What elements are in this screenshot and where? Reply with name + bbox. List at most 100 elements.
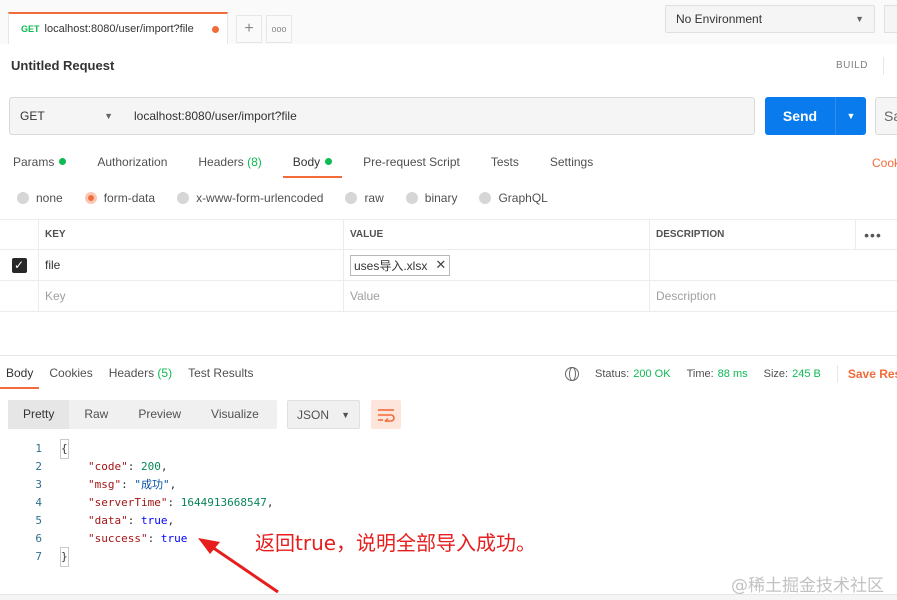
url-value: localhost:8080/user/import?file	[134, 109, 297, 123]
tab-label: Tests	[490, 155, 519, 169]
response-tab-cookies[interactable]: Cookies	[49, 364, 92, 388]
table-options-button[interactable]: •••	[855, 220, 890, 250]
response-tab-body[interactable]: Body	[0, 364, 40, 389]
tab-authorization[interactable]: Authorization	[97, 150, 167, 178]
time-value[interactable]: 88 ms	[718, 368, 748, 380]
divider	[883, 57, 884, 75]
tab-tests[interactable]: Tests	[491, 150, 519, 178]
file-name: uses导入.xlsx	[354, 258, 428, 273]
method-select[interactable]: GET ▼	[9, 97, 124, 135]
value-input[interactable]: Value	[344, 281, 650, 311]
code-text: "serverTime": 1644913668547,	[88, 496, 274, 509]
size-value[interactable]: 245 B	[792, 368, 821, 380]
key-column-header: KEY	[39, 220, 344, 249]
tab-label: Body	[6, 366, 34, 380]
key-input[interactable]: Key	[39, 281, 344, 311]
request-tabs: Params Authorization Headers (8) Body Pr…	[13, 150, 624, 178]
language-select[interactable]: JSON ▼	[287, 400, 360, 429]
body-type-radios: none form-data x-www-form-urlencoded raw…	[17, 191, 570, 205]
description-placeholder: Description	[656, 289, 717, 303]
build-button[interactable]: BUILD	[836, 60, 868, 71]
key-cell[interactable]: file	[39, 250, 344, 280]
description-input[interactable]: Description	[650, 281, 897, 311]
tab-label: Params	[13, 155, 55, 169]
close-brace: }	[60, 547, 69, 567]
environment-select[interactable]: No Environment ▼	[665, 5, 875, 33]
environment-label: No Environment	[676, 12, 763, 26]
format-pretty[interactable]: Pretty	[8, 400, 70, 429]
bottom-bar	[0, 594, 897, 600]
chevron-down-icon: ▼	[855, 14, 864, 24]
format-visualize[interactable]: Visualize	[196, 400, 274, 429]
url-input[interactable]: localhost:8080/user/import?file	[123, 97, 755, 135]
line-number: 6	[35, 532, 42, 545]
tab-body[interactable]: Body	[282, 150, 343, 178]
size-label: Size:	[763, 368, 789, 380]
table-row: Key Value Description	[0, 281, 897, 312]
radio-label: none	[36, 191, 63, 205]
radio-selected-icon	[84, 192, 97, 204]
format-tabs: Pretty Raw Preview Visualize	[8, 400, 277, 429]
format-preview[interactable]: Preview	[123, 400, 196, 429]
tab-pre-request-script[interactable]: Pre-request Script	[363, 150, 460, 178]
line-number: 3	[35, 478, 42, 491]
radio-label: raw	[364, 191, 384, 205]
tab-headers[interactable]: Headers (8)	[198, 150, 261, 178]
send-label: Send	[782, 108, 818, 124]
time-label: Time:	[686, 368, 714, 380]
json-comma: ,	[160, 460, 168, 473]
plus-icon: +	[244, 20, 254, 37]
checkbox-checked-icon[interactable]: ✓	[11, 257, 27, 273]
response-tab-headers[interactable]: Headers (5)	[109, 364, 172, 388]
tab-count: (5)	[157, 366, 173, 380]
json-value: true	[160, 532, 188, 545]
status-dot-icon	[59, 158, 67, 165]
chevron-down-icon: ▼	[104, 111, 113, 121]
json-comma: ,	[266, 496, 274, 509]
wrap-lines-button[interactable]	[371, 400, 401, 429]
body-type-none[interactable]: none	[17, 191, 63, 205]
body-type-binary[interactable]: binary	[405, 191, 457, 205]
save-button[interactable]: Sa	[875, 97, 897, 135]
code-text: "code": 200,	[88, 460, 168, 473]
language-label: JSON	[297, 407, 330, 422]
json-value: "成功"	[134, 478, 170, 491]
save-response-button[interactable]: Save Res	[848, 367, 897, 381]
json-value: true	[141, 514, 168, 527]
body-type-raw[interactable]: raw	[345, 191, 384, 205]
request-tab-method: GET	[21, 24, 40, 34]
key-value: file	[45, 258, 61, 272]
request-tab[interactable]: GET localhost:8080/user/import?file	[8, 12, 228, 44]
json-key: "success"	[88, 532, 148, 545]
row-enable-cell	[0, 281, 39, 311]
format-raw[interactable]: Raw	[69, 400, 123, 429]
body-type-form-data[interactable]: form-data	[84, 191, 155, 205]
more-icon: •••	[864, 227, 882, 243]
tab-params[interactable]: Params	[13, 150, 67, 178]
cookies-link[interactable]: Cook	[872, 156, 897, 170]
send-button[interactable]: Send ▼	[765, 97, 866, 135]
tab-label: Settings	[549, 155, 594, 169]
json-value: 1644913668547	[180, 496, 267, 509]
environment-quick-look-button[interactable]	[884, 5, 897, 33]
response-tabs: Body Cookies Headers (5) Test Results	[0, 364, 269, 389]
radio-icon	[17, 192, 29, 204]
body-type-graphql[interactable]: GraphQL	[479, 191, 548, 205]
new-tab-button[interactable]: +	[236, 15, 262, 43]
status-label: Status:	[595, 368, 630, 380]
response-tab-test-results[interactable]: Test Results	[188, 364, 253, 388]
value-cell[interactable]: uses导入.xlsx ✕	[344, 250, 650, 280]
table-row: ✓ file uses导入.xlsx ✕	[0, 250, 897, 281]
globe-icon[interactable]	[565, 367, 579, 381]
tab-options-button[interactable]: ooo	[266, 15, 292, 43]
table-header-row: KEY VALUE DESCRIPTION	[0, 219, 897, 250]
request-title[interactable]: Untitled Request	[11, 58, 114, 73]
description-cell[interactable]	[650, 250, 897, 280]
tab-settings[interactable]: Settings	[550, 150, 593, 178]
status-value[interactable]: 200 OK	[633, 368, 670, 380]
close-icon[interactable]: ✕	[435, 257, 446, 273]
radio-label: x-www-form-urlencoded	[196, 191, 324, 205]
divider	[0, 355, 897, 356]
send-options-chevron-icon[interactable]: ▼	[836, 111, 866, 121]
body-type-urlencoded[interactable]: x-www-form-urlencoded	[177, 191, 323, 205]
